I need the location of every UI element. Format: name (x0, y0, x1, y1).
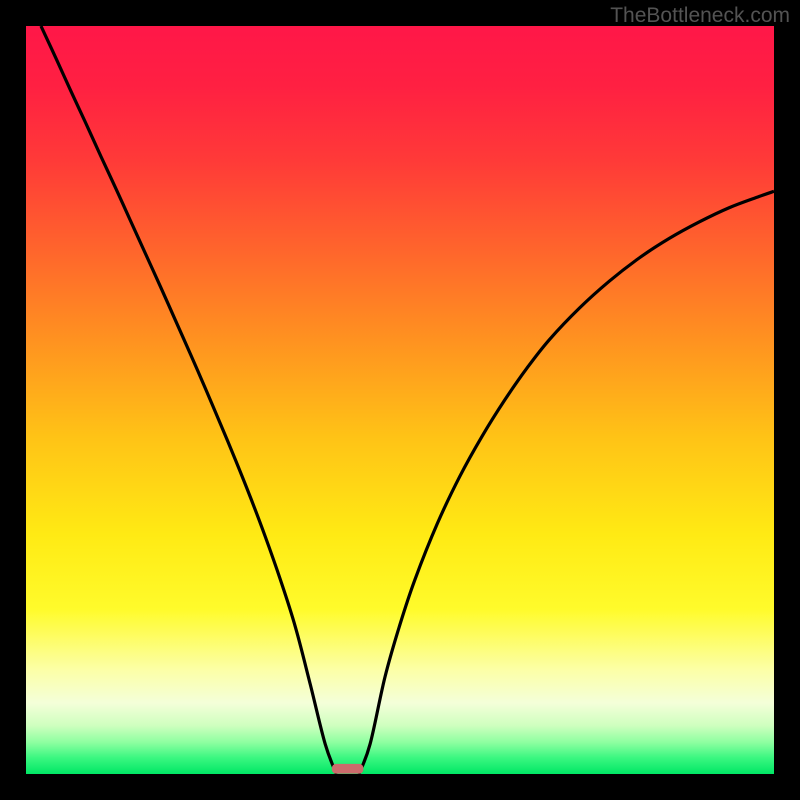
attribution-label: TheBottleneck.com (610, 4, 790, 28)
minimum-marker (332, 764, 363, 774)
gradient-background (26, 26, 774, 774)
plot-area (26, 26, 774, 774)
gradient-chart (26, 26, 774, 774)
chart-frame: TheBottleneck.com (0, 0, 800, 800)
